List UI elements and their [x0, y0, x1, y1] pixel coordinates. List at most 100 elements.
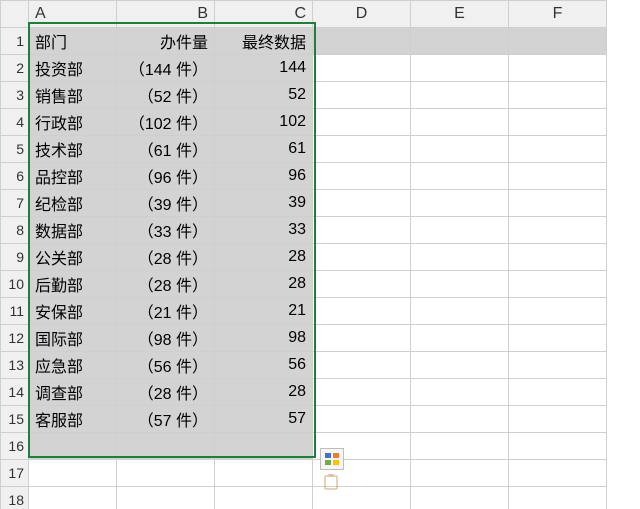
- cell[interactable]: [313, 325, 411, 352]
- cell[interactable]: 57: [215, 406, 313, 433]
- cell[interactable]: [509, 271, 607, 298]
- cell[interactable]: [313, 28, 411, 55]
- cell[interactable]: [313, 406, 411, 433]
- cell[interactable]: [411, 109, 509, 136]
- cell[interactable]: （56 件）: [117, 352, 215, 379]
- cell[interactable]: 公关部: [29, 244, 117, 271]
- cell[interactable]: [313, 82, 411, 109]
- cell[interactable]: [411, 28, 509, 55]
- cell[interactable]: （102 件）: [117, 109, 215, 136]
- cell[interactable]: [509, 298, 607, 325]
- cell[interactable]: [509, 163, 607, 190]
- row-header[interactable]: 12: [1, 325, 29, 352]
- cell[interactable]: 投资部: [29, 55, 117, 82]
- cell[interactable]: [29, 460, 117, 487]
- cell[interactable]: （52 件）: [117, 82, 215, 109]
- cell[interactable]: 61: [215, 136, 313, 163]
- cell[interactable]: [215, 487, 313, 509]
- cell[interactable]: [411, 217, 509, 244]
- col-header-B[interactable]: B: [117, 1, 215, 28]
- table-row[interactable]: 15客服部（57 件）57: [1, 406, 607, 433]
- cell[interactable]: 品控部: [29, 163, 117, 190]
- cell[interactable]: [313, 244, 411, 271]
- cell[interactable]: [509, 325, 607, 352]
- cell[interactable]: [509, 217, 607, 244]
- cell[interactable]: 数据部: [29, 217, 117, 244]
- table-row[interactable]: 1 部门 办件量 最终数据: [1, 28, 607, 55]
- cell[interactable]: 后勤部: [29, 271, 117, 298]
- cell[interactable]: （57 件）: [117, 406, 215, 433]
- cell[interactable]: [509, 190, 607, 217]
- table-row[interactable]: 5技术部（61 件）61: [1, 136, 607, 163]
- cell[interactable]: 安保部: [29, 298, 117, 325]
- cell[interactable]: 52: [215, 82, 313, 109]
- cell[interactable]: 部门: [29, 28, 117, 55]
- cell[interactable]: [411, 271, 509, 298]
- table-row[interactable]: 6品控部（96 件）96: [1, 163, 607, 190]
- cell[interactable]: [411, 406, 509, 433]
- cell[interactable]: [117, 460, 215, 487]
- cell[interactable]: [411, 190, 509, 217]
- col-header-C[interactable]: C: [215, 1, 313, 28]
- cell[interactable]: [509, 136, 607, 163]
- cell[interactable]: [411, 460, 509, 487]
- corner-cell[interactable]: [1, 1, 29, 28]
- table-row[interactable]: 11安保部（21 件）21: [1, 298, 607, 325]
- cell[interactable]: [215, 433, 313, 460]
- cell[interactable]: [411, 55, 509, 82]
- cell[interactable]: （28 件）: [117, 271, 215, 298]
- row-header[interactable]: 6: [1, 163, 29, 190]
- col-header-A[interactable]: A: [29, 1, 117, 28]
- cell[interactable]: [509, 406, 607, 433]
- cell[interactable]: 国际部: [29, 325, 117, 352]
- quick-analysis-button[interactable]: [320, 448, 344, 470]
- cell[interactable]: 最终数据: [215, 28, 313, 55]
- cell[interactable]: [29, 433, 117, 460]
- row-header[interactable]: 1: [1, 28, 29, 55]
- col-header-E[interactable]: E: [411, 1, 509, 28]
- table-row[interactable]: 16: [1, 433, 607, 460]
- cell[interactable]: [117, 487, 215, 509]
- cell[interactable]: [509, 433, 607, 460]
- cell[interactable]: [411, 325, 509, 352]
- cell[interactable]: [509, 82, 607, 109]
- table-row[interactable]: 13应急部（56 件）56: [1, 352, 607, 379]
- cell[interactable]: [411, 136, 509, 163]
- row-header[interactable]: 2: [1, 55, 29, 82]
- cell[interactable]: [313, 55, 411, 82]
- cell[interactable]: 33: [215, 217, 313, 244]
- table-row[interactable]: 14调查部（28 件）28: [1, 379, 607, 406]
- row-header[interactable]: 9: [1, 244, 29, 271]
- cell[interactable]: 销售部: [29, 82, 117, 109]
- cell[interactable]: （28 件）: [117, 244, 215, 271]
- row-header[interactable]: 11: [1, 298, 29, 325]
- cell[interactable]: 28: [215, 244, 313, 271]
- row-header[interactable]: 15: [1, 406, 29, 433]
- cell[interactable]: [313, 136, 411, 163]
- cell[interactable]: [509, 460, 607, 487]
- col-header-F[interactable]: F: [509, 1, 607, 28]
- cell[interactable]: 28: [215, 379, 313, 406]
- row-header[interactable]: 7: [1, 190, 29, 217]
- grid[interactable]: A B C D E F 1 部门 办件量 最终数据 2投资部（144 件）144…: [0, 0, 607, 509]
- cell[interactable]: 客服部: [29, 406, 117, 433]
- row-header[interactable]: 14: [1, 379, 29, 406]
- cell[interactable]: 96: [215, 163, 313, 190]
- paste-options-button[interactable]: [320, 474, 342, 494]
- cell[interactable]: [411, 379, 509, 406]
- cell[interactable]: [509, 352, 607, 379]
- row-header[interactable]: 18: [1, 487, 29, 509]
- cell[interactable]: [313, 109, 411, 136]
- cell[interactable]: [313, 190, 411, 217]
- row-header[interactable]: 17: [1, 460, 29, 487]
- row-header[interactable]: 3: [1, 82, 29, 109]
- cell[interactable]: [509, 487, 607, 509]
- cell[interactable]: （144 件）: [117, 55, 215, 82]
- spreadsheet[interactable]: A B C D E F 1 部门 办件量 最终数据 2投资部（144 件）144…: [0, 0, 640, 509]
- row-header[interactable]: 4: [1, 109, 29, 136]
- cell[interactable]: [313, 163, 411, 190]
- cell[interactable]: （28 件）: [117, 379, 215, 406]
- cell[interactable]: [509, 109, 607, 136]
- table-row[interactable]: 8数据部（33 件）33: [1, 217, 607, 244]
- cell[interactable]: 调查部: [29, 379, 117, 406]
